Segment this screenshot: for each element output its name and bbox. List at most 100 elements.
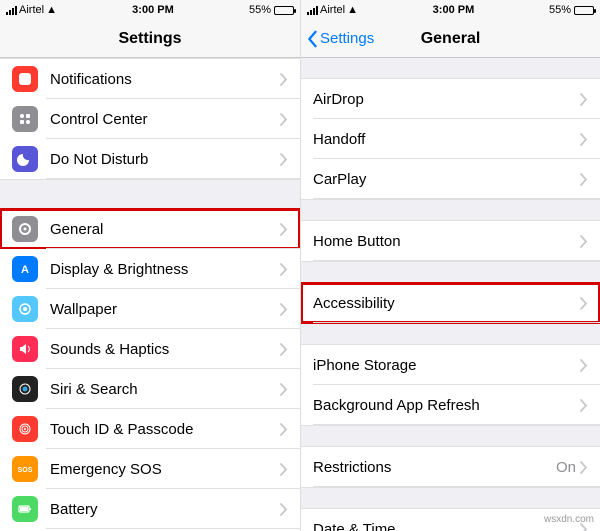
settings-row-general[interactable]: General — [0, 209, 300, 249]
general-row-background-app-refresh[interactable]: Background App Refresh — [301, 385, 600, 425]
row-label: Emergency SOS — [50, 461, 280, 478]
chevron-right-icon — [580, 93, 588, 106]
row-label: Wallpaper — [50, 301, 280, 318]
row-label: AirDrop — [313, 91, 580, 108]
settings-screen: Airtel ▲ 3:00 PM 55% Settings Notificati… — [0, 0, 300, 531]
carrier-label: Airtel — [19, 4, 44, 16]
general-row-restrictions[interactable]: RestrictionsOn — [301, 447, 600, 487]
row-label: Home Button — [313, 233, 580, 250]
chevron-right-icon — [280, 303, 288, 316]
status-right: 55% — [249, 4, 294, 16]
battery-icon — [274, 6, 294, 15]
row-label: Date & Time — [313, 521, 580, 531]
general-row-handoff[interactable]: Handoff — [301, 119, 600, 159]
battery-percent: 55% — [549, 4, 571, 16]
page-title: Settings — [118, 30, 181, 48]
chevron-right-icon — [280, 463, 288, 476]
chevron-right-icon — [280, 113, 288, 126]
siri-icon — [12, 376, 38, 402]
general-list[interactable]: AirDrop Handoff CarPlay Home Button Accessib… — [301, 58, 600, 531]
general-row-accessibility[interactable]: Accessibility — [301, 283, 600, 323]
chevron-right-icon — [280, 223, 288, 236]
chevron-right-icon — [280, 423, 288, 436]
general-icon — [12, 216, 38, 242]
status-left: Airtel ▲ — [6, 4, 57, 16]
settings-row-do-not-disturb[interactable]: Do Not Disturb — [0, 139, 300, 179]
general-row-airdrop[interactable]: AirDrop — [301, 79, 600, 119]
battery-icon — [574, 6, 594, 15]
row-label: General — [50, 221, 280, 238]
row-label: Display & Brightness — [50, 261, 280, 278]
status-bar: Airtel ▲ 3:00 PM 55% — [301, 0, 600, 20]
row-label: Do Not Disturb — [50, 151, 280, 168]
chevron-right-icon — [580, 359, 588, 372]
settings-row-notifications[interactable]: Notifications — [0, 59, 300, 99]
chevron-right-icon — [280, 503, 288, 516]
row-label: iPhone Storage — [313, 357, 580, 374]
display-icon: A — [12, 256, 38, 282]
notifications-icon — [12, 66, 38, 92]
general-row-iphone-storage[interactable]: iPhone Storage — [301, 345, 600, 385]
settings-list[interactable]: Notifications Control Center Do Not Distur… — [0, 58, 300, 531]
chevron-right-icon — [580, 173, 588, 186]
general-row-carplay[interactable]: CarPlay — [301, 159, 600, 199]
row-label: Background App Refresh — [313, 397, 580, 414]
wallpaper-icon — [12, 296, 38, 322]
carrier-label: Airtel — [320, 4, 345, 16]
general-row-home-button[interactable]: Home Button — [301, 221, 600, 261]
battery-percent: 55% — [249, 4, 271, 16]
status-right: 55% — [549, 4, 594, 16]
nav-bar: Settings — [0, 20, 300, 58]
row-label: Sounds & Haptics — [50, 341, 280, 358]
signal-icon — [6, 6, 17, 15]
settings-row-sounds-haptics[interactable]: Sounds & Haptics — [0, 329, 300, 369]
settings-row-control-center[interactable]: Control Center — [0, 99, 300, 139]
sounds-icon — [12, 336, 38, 362]
page-title: General — [421, 30, 481, 48]
row-label: Handoff — [313, 131, 580, 148]
settings-row-display-brightness[interactable]: A Display & Brightness — [0, 249, 300, 289]
svg-text:SOS: SOS — [18, 467, 33, 474]
row-label: Touch ID & Passcode — [50, 421, 280, 438]
row-label: Battery — [50, 501, 280, 518]
dnd-icon — [12, 146, 38, 172]
row-label: CarPlay — [313, 171, 580, 188]
row-label: Restrictions — [313, 459, 556, 476]
row-label: Siri & Search — [50, 381, 280, 398]
settings-row-emergency-sos[interactable]: SOS Emergency SOS — [0, 449, 300, 489]
nav-bar: Settings General — [301, 20, 600, 58]
wifi-icon: ▲ — [46, 4, 57, 16]
battery-icon — [12, 496, 38, 522]
chevron-right-icon — [580, 133, 588, 146]
row-label: Notifications — [50, 71, 280, 88]
back-label: Settings — [320, 30, 374, 47]
watermark: wsxdn.com — [544, 514, 594, 525]
chevron-right-icon — [580, 461, 588, 474]
settings-row-siri-search[interactable]: Siri & Search — [0, 369, 300, 409]
chevron-left-icon — [305, 30, 319, 48]
status-bar: Airtel ▲ 3:00 PM 55% — [0, 0, 300, 20]
signal-icon — [307, 6, 318, 15]
chevron-right-icon — [280, 383, 288, 396]
chevron-right-icon — [580, 235, 588, 248]
sos-icon: SOS — [12, 456, 38, 482]
settings-row-touch-id-passcode[interactable]: Touch ID & Passcode — [0, 409, 300, 449]
chevron-right-icon — [280, 73, 288, 86]
row-label: Control Center — [50, 111, 280, 128]
general-screen: Airtel ▲ 3:00 PM 55% Settings General Ai… — [300, 0, 600, 531]
back-button[interactable]: Settings — [305, 20, 374, 57]
touchid-icon — [12, 416, 38, 442]
settings-row-battery[interactable]: Battery — [0, 489, 300, 529]
settings-row-wallpaper[interactable]: Wallpaper — [0, 289, 300, 329]
chevron-right-icon — [280, 153, 288, 166]
control-center-icon — [12, 106, 38, 132]
chevron-right-icon — [580, 297, 588, 310]
row-label: Accessibility — [313, 295, 580, 312]
chevron-right-icon — [280, 343, 288, 356]
status-time: 3:00 PM — [132, 4, 174, 16]
wifi-icon: ▲ — [347, 4, 358, 16]
svg-text:A: A — [21, 264, 29, 276]
status-left: Airtel ▲ — [307, 4, 358, 16]
chevron-right-icon — [580, 399, 588, 412]
row-detail: On — [556, 459, 576, 476]
